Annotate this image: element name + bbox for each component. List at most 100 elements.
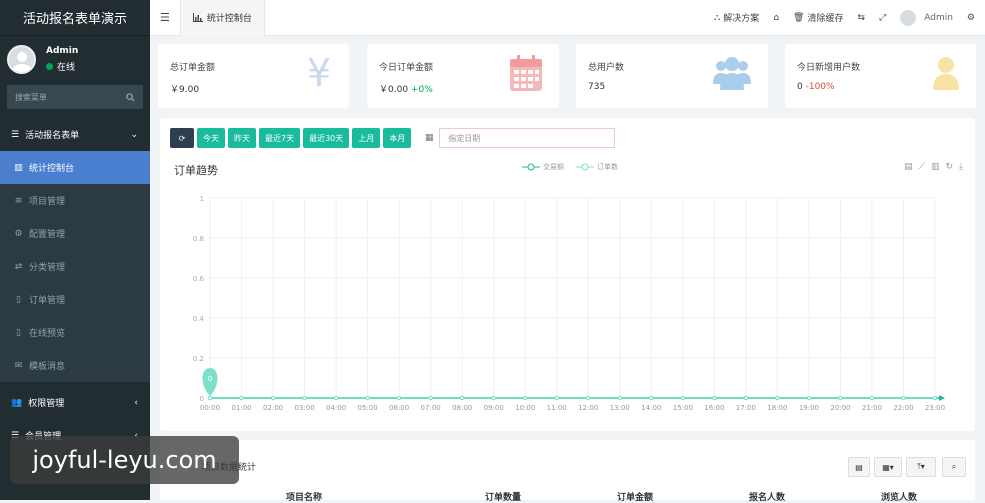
gear-icon: ⚙	[14, 228, 23, 239]
stat-value: ￥9.00	[170, 82, 199, 95]
sidebar-item[interactable]: ✉ 模板消息	[0, 349, 150, 382]
sidebar-item[interactable]: ⚙ 配置管理	[0, 217, 150, 250]
x-tick-label: 19:00	[799, 404, 819, 412]
home-button[interactable]: ⌂	[766, 13, 786, 23]
mobile-icon: ▯	[16, 327, 21, 338]
column-header[interactable]: 项目名称	[286, 490, 322, 503]
sidebar-item[interactable]: ≡ 项目管理	[0, 184, 150, 217]
restore-icon[interactable]: ↻	[945, 162, 953, 172]
user-status: 在线	[46, 60, 78, 73]
x-tick-label: 02:00	[263, 404, 283, 412]
date-picker-input[interactable]: 指定日期	[439, 128, 616, 148]
date-picker-placeholder: 指定日期	[448, 133, 481, 143]
x-tick-label: 00:00	[200, 404, 220, 412]
app-title[interactable]: 活动报名表单演示	[0, 0, 150, 36]
sidebar-item[interactable]: ▯ 订单管理	[0, 283, 150, 316]
filter-today-button[interactable]: 今天	[197, 128, 225, 148]
x-tick-label: 12:00	[578, 404, 598, 412]
file-icon: ▯	[16, 294, 21, 305]
clear-cache-button[interactable]: 🗑 清除缓存	[786, 11, 850, 25]
data-point	[617, 395, 622, 401]
search-button[interactable]: ⌕	[942, 457, 966, 477]
user-panel: Admin 在线	[0, 36, 150, 82]
column-header[interactable]: 订单金额	[617, 490, 653, 503]
avatar	[7, 44, 36, 74]
data-point	[869, 395, 875, 401]
x-tick-label: 06:00	[389, 404, 409, 412]
legend-item[interactable]: 订单数	[576, 162, 618, 172]
chevron-left-icon: ‹	[134, 397, 138, 408]
data-point	[523, 395, 528, 401]
trash-icon: 🗑	[793, 12, 805, 23]
solutions-link[interactable]: ⛬ 解决方案	[707, 11, 766, 25]
order-trend-chart: 0 0.2 0.4 0.6 0.8 1 00:00 01:00 02:00 03:00 04:00 0…	[193, 195, 945, 412]
filter-this-month-button[interactable]: 本月	[383, 128, 412, 148]
column-header[interactable]: 订单数量	[485, 490, 521, 503]
data-point	[838, 395, 843, 401]
menu-toggle-button[interactable]: ☰	[150, 0, 180, 36]
x-tick-label: 04:00	[326, 404, 346, 412]
y-tick-label: 0	[200, 395, 204, 403]
sidebar-item-label: 配置管理	[29, 230, 66, 240]
data-point	[586, 395, 591, 401]
sidebar: 活动报名表单演示 Admin 在线 搜索菜单 ☰ 活动报名表单 ⌄ ▥ 统计控制台 ≡…	[0, 0, 150, 500]
data-point	[239, 395, 244, 401]
search-icon[interactable]	[126, 92, 135, 102]
filter-last-month-button[interactable]: 上月	[352, 128, 381, 148]
project-stats-panel: 项目数据统计 ▤ ▦▾ ⤒▾ ⌕ 项目名称 订单数量 订单金额 报名人数 浏览人…	[160, 440, 975, 503]
bar-chart-icon[interactable]: ▥	[931, 162, 940, 172]
list-icon: ☰	[11, 129, 20, 140]
filter-yesterday-button[interactable]: 昨天	[228, 128, 256, 148]
data-point	[365, 395, 370, 401]
x-tick-label: 10:00	[515, 404, 535, 412]
stat-value: ￥0.00 +0%	[379, 82, 433, 95]
menu-group-permissions-label: 权限管理	[28, 399, 65, 409]
data-view-icon[interactable]: ▤	[904, 162, 913, 172]
columns-icon: ▦▾	[882, 462, 894, 472]
data-point	[397, 395, 402, 401]
x-tick-label: 01:00	[231, 404, 251, 412]
filter-last30-button[interactable]: 最近30天	[303, 128, 350, 148]
sidebar-item[interactable]: ▯ 在线预览	[0, 316, 150, 349]
x-tick-label: 07:00	[421, 404, 441, 412]
export-icon: ⤒▾	[917, 462, 925, 471]
data-point	[207, 395, 213, 401]
clear-cache-label: 清除缓存	[807, 14, 844, 24]
user-icon	[932, 54, 960, 95]
menu-group-permissions[interactable]: 👥 权限管理 ‹	[0, 386, 150, 419]
sidebar-item[interactable]: ▥ 统计控制台	[0, 151, 150, 184]
columns-button[interactable]: ▦▾	[874, 457, 902, 477]
line-chart-icon[interactable]: ⟋	[919, 162, 925, 172]
user-menu[interactable]: Admin	[893, 9, 960, 26]
data-point	[428, 395, 433, 401]
data-point	[806, 395, 812, 401]
menu-search-input[interactable]: 搜索菜单	[7, 85, 143, 109]
sidebar-item-label: 模板消息	[29, 362, 66, 372]
filter-last7-button[interactable]: 最近7天	[259, 128, 301, 148]
svg-text:¥: ¥	[307, 54, 331, 94]
sidebar-item[interactable]: ⇄ 分类管理	[0, 250, 150, 283]
menu-group-activity[interactable]: ☰ 活动报名表单 ⌄	[0, 118, 150, 151]
settings-button[interactable]: ⚙	[960, 13, 985, 23]
column-header[interactable]: 报名人数	[749, 490, 785, 503]
data-point	[333, 395, 339, 401]
x-tick-label: 16:00	[704, 404, 724, 412]
stat-title: 今日订单金额	[379, 63, 434, 73]
data-point	[649, 395, 654, 401]
x-tick-label: 11:00	[547, 404, 567, 412]
export-button[interactable]: ⤒▾	[906, 457, 936, 477]
fullscreen-button[interactable]: ⤢	[872, 13, 893, 23]
x-tick-label: 09:00	[484, 404, 504, 412]
toggle-view-button[interactable]: ▤	[848, 457, 870, 477]
x-tick-label: 21:00	[862, 404, 882, 412]
data-point	[901, 395, 906, 401]
download-icon[interactable]: ⤓	[959, 162, 963, 172]
refresh-button[interactable]: ⟳	[170, 128, 194, 148]
data-point	[460, 395, 465, 401]
stat-change: -100%	[805, 82, 835, 92]
language-button[interactable]: ⇆	[850, 13, 872, 23]
column-header[interactable]: 浏览人数	[881, 490, 917, 503]
legend-item[interactable]: 交易额	[522, 162, 564, 172]
tab-dashboard[interactable]: 统计控制台	[179, 0, 265, 36]
x-tick-label: 20:00	[830, 404, 850, 412]
